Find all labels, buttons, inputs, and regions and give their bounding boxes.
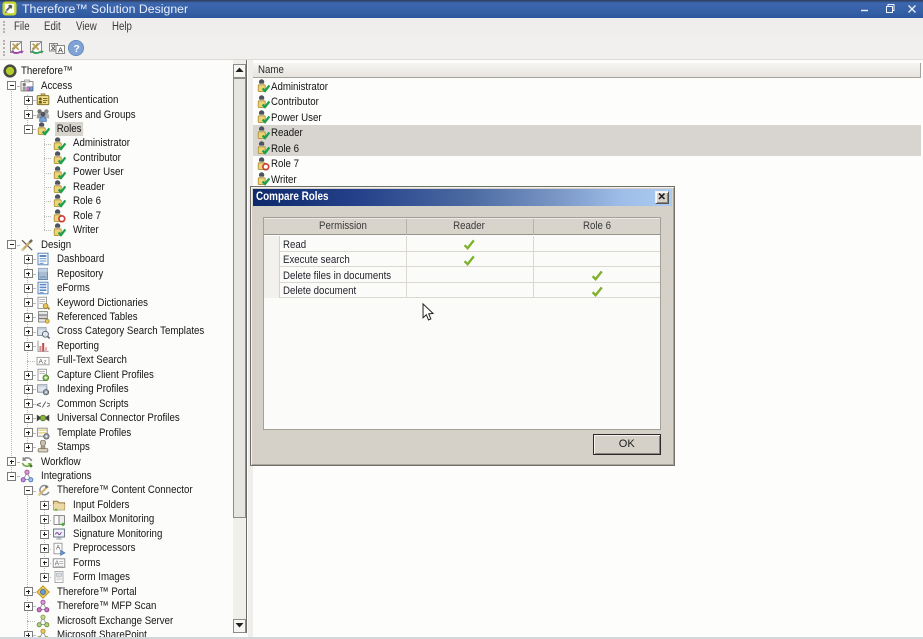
svg-text:z: z (43, 359, 46, 365)
svg-text:?: ? (73, 43, 79, 55)
svg-text:</>: </> (36, 400, 50, 410)
svg-text:A: A (58, 45, 63, 54)
svg-text:A: A (56, 544, 61, 551)
